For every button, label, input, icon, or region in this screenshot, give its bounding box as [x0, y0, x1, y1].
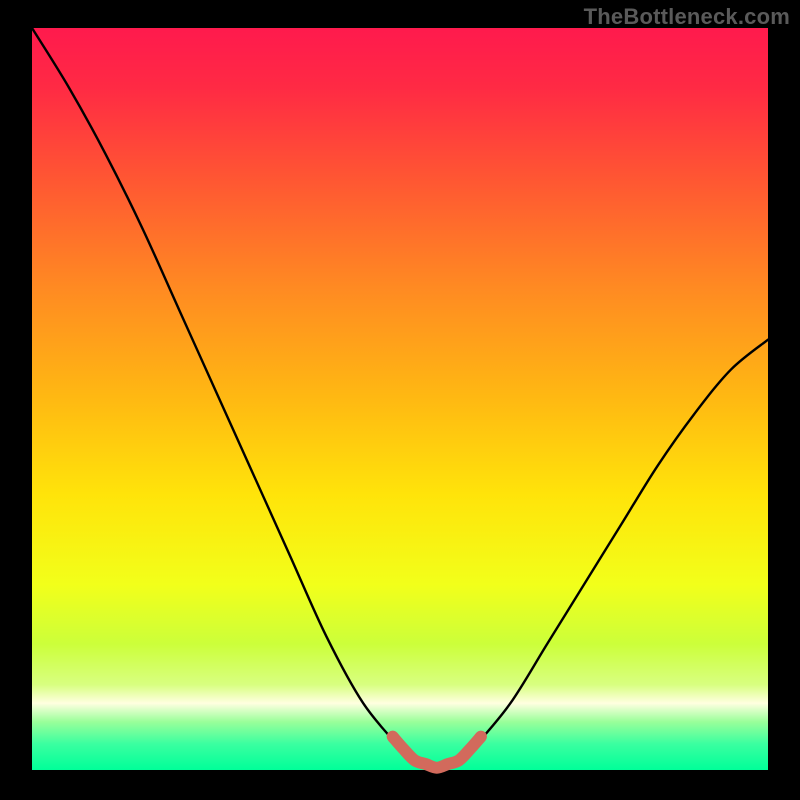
- bottleneck-chart: [0, 0, 800, 800]
- watermark-text: TheBottleneck.com: [584, 4, 790, 30]
- plot-background: [32, 28, 768, 770]
- chart-container: TheBottleneck.com: [0, 0, 800, 800]
